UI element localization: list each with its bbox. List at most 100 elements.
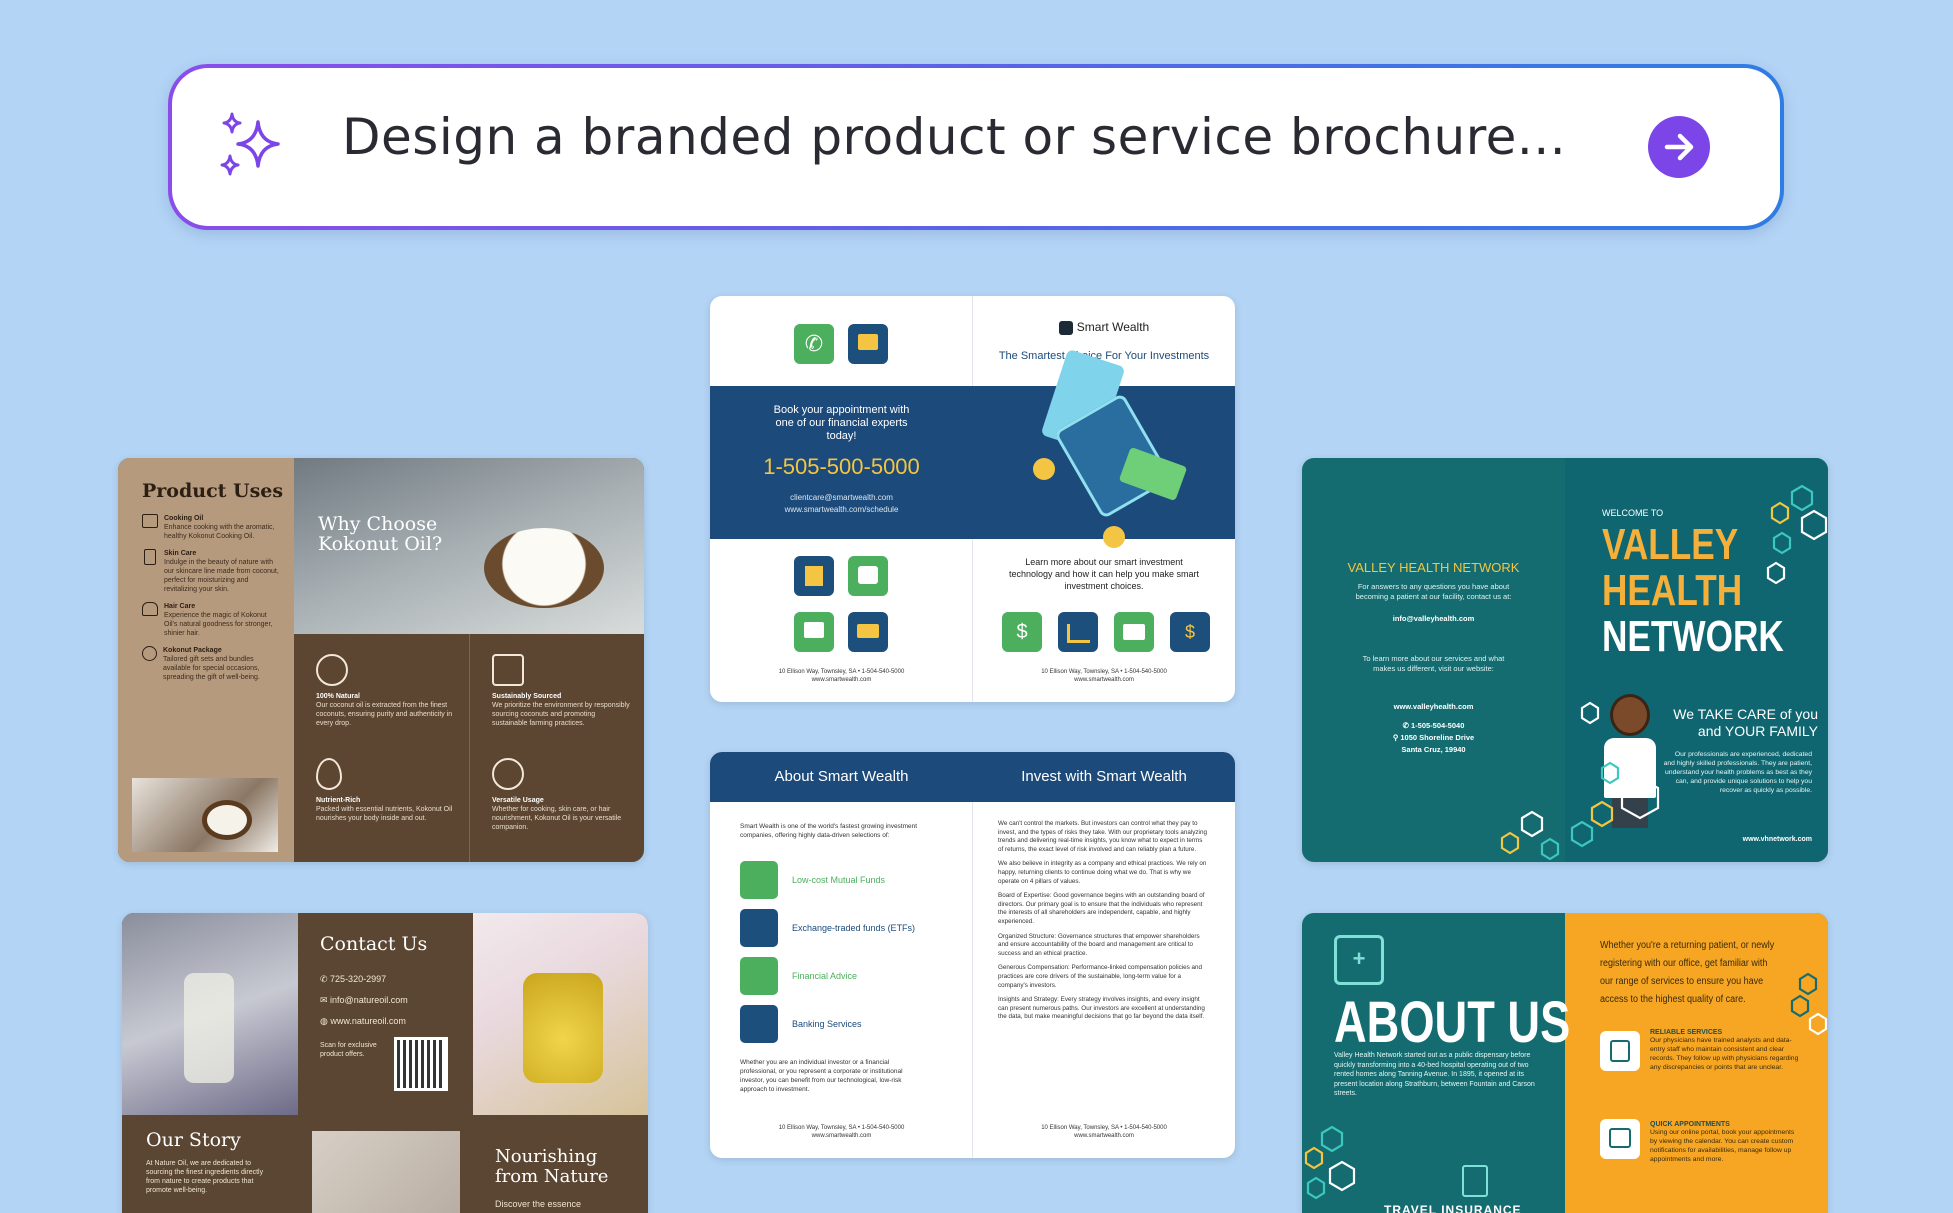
schedule-link[interactable]: www.smartwealth.com/schedule [710, 504, 973, 516]
qr-code[interactable] [394, 1037, 448, 1091]
icon-shape [1610, 1040, 1630, 1062]
use-title: Skin Care [164, 550, 197, 557]
footer-web: www.smartwealth.com [811, 1133, 872, 1139]
brand-name: Smart Wealth [1076, 320, 1150, 334]
footer-web: www.smartwealth.com [1074, 677, 1134, 683]
address-line1: 1050 Shoreline Drive [1400, 733, 1475, 742]
hair-icon [142, 602, 158, 616]
icon-shape [1609, 1128, 1631, 1148]
service-label: Financial Advice [792, 971, 858, 981]
story-photo [312, 1131, 460, 1213]
about-outro: Whether you are an individual investor o… [740, 1059, 903, 1093]
coin-shape [1033, 458, 1055, 480]
feature-item: Nutrient-Rich Packed with essential nutr… [316, 758, 461, 823]
coconut-half [484, 528, 604, 608]
sparkles-icon [220, 112, 280, 176]
small-title-1: VALLEY [1347, 560, 1396, 575]
valley-health-card-front[interactable]: VALLEY HEALTH NETWORK For answers to any… [1302, 458, 1828, 862]
paragraph: Board of Expertise: Good governance begi… [998, 892, 1205, 925]
paragraph: Generous Compensation: Performance-linke… [998, 964, 1203, 989]
kokonut-brochure-card[interactable]: Product Uses Cooking Oil Enhance cooking … [118, 458, 644, 862]
paragraph: Insights and Strategy: Every strategy in… [998, 996, 1205, 1021]
nature-oil-brochure-card[interactable]: Contact Us ✆ 725-320-2997 ✉ info@natureo… [122, 913, 648, 1213]
service-item: RELIABLE SERVICES Our physicians have tr… [1650, 1029, 1800, 1072]
feature-item: Versatile Usage Whether for cooking, ski… [492, 758, 632, 832]
story-title: Our Story [146, 1129, 241, 1151]
about-title: About Smart Wealth [774, 768, 909, 785]
prompt-bar[interactable]: Design a branded product or service broc… [168, 64, 1784, 230]
service-label: Exchange-traded funds (ETFs) [792, 923, 916, 933]
uses-list: Cooking Oil Enhance cooking with the arom… [142, 514, 282, 690]
footer-right: 10 Ellison Way, Townsley, SA • 1-504-540… [973, 668, 1235, 684]
submit-button[interactable] [1648, 116, 1710, 178]
hospital-icon: + [1334, 935, 1384, 985]
coconut-photo-small [132, 778, 278, 852]
footer-web: www.smartwealth.com [811, 677, 872, 683]
contact-web: www.natureoil.com [330, 1016, 406, 1026]
hexagon-pattern-left [1304, 1125, 1356, 1200]
coins-icon [740, 861, 778, 899]
feature-text: Whether for cooking, skin care, or hair … [492, 806, 622, 831]
phone-number[interactable]: 1-505-500-5000 [710, 454, 973, 480]
drop-icon [316, 758, 342, 790]
nourish-photo [473, 913, 648, 1115]
appointment-band: Book your appointment with one of our fi… [710, 386, 973, 539]
nourish-text: Discover the essence [495, 1199, 582, 1209]
product-uses-title: Product Uses [142, 480, 284, 502]
returning-text: Whether you're a returning patient, or n… [1600, 940, 1775, 1005]
about-text: Valley Health Network started out as a p… [1334, 1052, 1535, 1097]
use-text: Enhance cooking with the aromatic, healt… [164, 524, 275, 540]
coin-shape [1103, 526, 1125, 548]
list-item: Hair Care Experience the magic of Kokonut… [142, 602, 282, 638]
footer-left: 10 Ellison Way, Townsley, SA • 1-504-540… [710, 1124, 973, 1140]
use-text: Indulge in the beauty of nature with our… [164, 559, 279, 593]
oil-bottle-photo [122, 913, 298, 1115]
footer-right: 10 Ellison Way, Townsley, SA • 1-504-540… [973, 1124, 1235, 1140]
coconut-hero-photo: Why Choose Kokonut Oil? [294, 458, 644, 634]
feature-item: 100% Natural Our coconut oil is extracte… [316, 654, 461, 728]
use-title: Hair Care [164, 603, 196, 610]
prompt-input[interactable]: Design a branded product or service broc… [342, 108, 1566, 166]
checklist-icon [740, 957, 778, 995]
story-text: At Nature Oil, we are dedicated to sourc… [146, 1160, 264, 1194]
feature-text: We prioritize the environment by respons… [492, 702, 630, 727]
service-label: Banking Services [792, 1019, 862, 1029]
invest-title: Invest with Smart Wealth [1021, 768, 1187, 785]
arrow-right-icon [1664, 133, 1694, 161]
mail-icon: ✉ [320, 995, 331, 1005]
contact-links: clientcare@smartwealth.com www.smartweal… [710, 492, 973, 516]
growth-chart-icon [1058, 612, 1098, 652]
service-title: RELIABLE SERVICES [1650, 1029, 1723, 1036]
service-title: QUICK APPOINTMENTS [1650, 1121, 1730, 1128]
phone-icon: ✆ [320, 974, 331, 984]
globe-icon: ◍ [320, 1016, 331, 1026]
list-item: Kokonut Package Tailored gift sets and bu… [142, 646, 282, 682]
hexagon-pattern-right [1790, 973, 1828, 1036]
phone-icon: ✆ [1402, 721, 1411, 730]
about-title: ABOUT US [1334, 990, 1571, 1055]
list-item: Banking Services [740, 1000, 950, 1048]
feature-title: Sustainably Sourced [492, 693, 562, 700]
service-text: Using our online portal, book your appoi… [1650, 1129, 1795, 1163]
brand-logo: Smart Wealth [973, 320, 1235, 335]
use-title: Cooking Oil [164, 515, 204, 522]
message-icon[interactable] [848, 324, 888, 364]
about-intro: Smart Wealth is one of the world's faste… [740, 823, 918, 839]
phone-icon[interactable]: ✆ [794, 324, 834, 364]
use-title: Kokonut Package [163, 647, 222, 654]
services-list: Low-cost Mutual Funds Exchange-traded fu… [740, 856, 950, 1048]
smart-wealth-card-inside[interactable]: About Smart Wealth Invest with Smart Wea… [710, 752, 1235, 1158]
service-label: Low-cost Mutual Funds [792, 875, 886, 885]
feature-text: Packed with essential nutrients, Kokonut… [316, 806, 453, 822]
divider [469, 634, 470, 862]
use-text: Experience the magic of Kokonut Oil's na… [164, 612, 273, 637]
card-payment-icon [1114, 612, 1154, 652]
footer-address: 10 Ellison Way, Townsley, SA • 1-504-540… [778, 669, 905, 675]
versatile-icon [492, 758, 524, 790]
chat-icon [848, 556, 888, 596]
package-icon [142, 646, 157, 661]
valley-health-card-inside[interactable]: + ABOUT US Valley Health Network started… [1302, 913, 1828, 1213]
hexagon-pattern [1500, 484, 1828, 861]
smart-wealth-card-front[interactable]: ✆ Book your appointment with one of our … [710, 296, 1235, 702]
email-link[interactable]: clientcare@smartwealth.com [710, 492, 973, 504]
